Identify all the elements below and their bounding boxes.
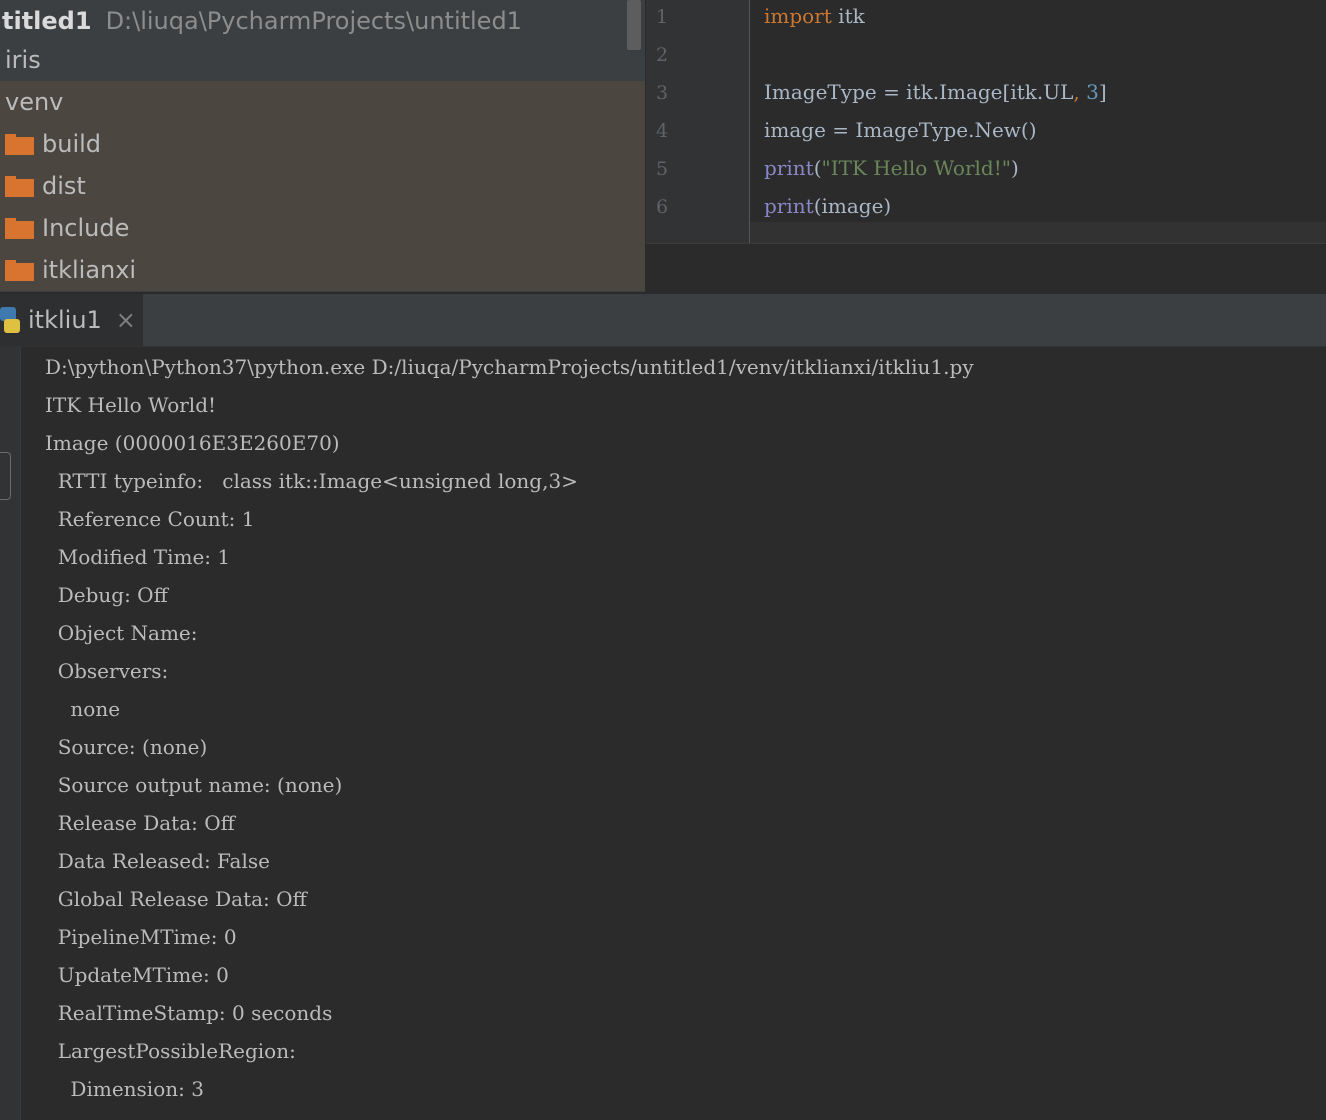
folder-icon	[5, 259, 34, 281]
console-line: Reference Count: 1	[45, 507, 255, 531]
run-tab-label: itkliu1	[28, 306, 102, 334]
line-number: 2	[656, 44, 669, 66]
code-line-1[interactable]: import itk	[764, 4, 865, 28]
tree-item-label: itklianxi	[42, 256, 137, 284]
code-string: "ITK Hello World!"	[821, 156, 1011, 180]
tree-item-dist[interactable]: dist	[0, 165, 645, 207]
console-line: Modified Time: 1	[45, 545, 231, 569]
tree-item-iris[interactable]: iris	[0, 39, 645, 81]
console-line: Object Name:	[45, 621, 204, 645]
tree-item-label: iris	[5, 46, 41, 74]
console-line: ITK Hello World!	[45, 393, 217, 417]
console-line: Source: (none)	[45, 735, 208, 759]
console-line: RTTI typeinfo: class itk::Image<unsigned…	[45, 469, 578, 493]
console-line: PipelineMTime: 0	[45, 925, 237, 949]
code-text: (image)	[813, 194, 892, 218]
code-text: )	[1010, 156, 1019, 180]
keyword-import: import	[764, 4, 832, 28]
run-tabs-bar: itkliu1 ×	[0, 294, 1326, 347]
console-line: Data Released: False	[45, 849, 270, 873]
gutter-separator	[749, 0, 750, 243]
folder-icon	[5, 217, 34, 239]
code-number: 3	[1086, 80, 1099, 104]
code-text: ]	[1098, 80, 1107, 104]
project-root-path: D:\liuqa\PycharmProjects\untitled1	[105, 7, 522, 35]
code-line-3[interactable]: ImageType = itk.Image[itk.UL, 3]	[764, 80, 1107, 104]
console-line: RealTimeStamp: 0 seconds	[45, 1001, 333, 1025]
editor-empty-area	[646, 243, 1326, 294]
tree-item-venv[interactable]: venv	[0, 81, 645, 123]
tree-item-include[interactable]: Include	[0, 207, 645, 249]
console-line: Observers:	[45, 659, 175, 683]
console-side-button[interactable]	[0, 452, 11, 500]
project-root-name: titled1	[2, 7, 92, 35]
folder-icon	[5, 175, 34, 197]
code-line-4[interactable]: image = ImageType.New()	[764, 118, 1037, 142]
line-number: 3	[656, 82, 669, 104]
console-line: none	[45, 697, 121, 721]
code-line-5[interactable]: print("ITK Hello World!")	[764, 156, 1019, 180]
console-line: LargestPossibleRegion:	[45, 1039, 303, 1063]
tree-item-label: Include	[42, 214, 130, 242]
tree-item-label: build	[42, 130, 102, 158]
code-line-6[interactable]: print(image)	[764, 194, 891, 218]
code-text: ImageType = itk.Image[itk.UL	[764, 80, 1074, 104]
builtin-print: print	[764, 156, 814, 180]
line-number: 4	[656, 120, 669, 142]
line-number: 6	[656, 196, 669, 218]
code-text: (	[813, 156, 822, 180]
console-line: UpdateMTime: 0	[45, 963, 229, 987]
console-line: Global Release Data: Off	[45, 887, 307, 911]
folder-icon	[5, 133, 34, 155]
tree-item-label: venv	[5, 88, 64, 116]
tree-item-build[interactable]: build	[0, 123, 645, 165]
console-line: Image (0000016E3E260E70)	[45, 431, 340, 455]
code-text: image = ImageType.New()	[764, 118, 1037, 142]
run-tab-itkliu1[interactable]: itkliu1 ×	[0, 294, 143, 346]
builtin-print: print	[764, 194, 814, 218]
console-line: Debug: Off	[45, 583, 168, 607]
tree-item-itklianxi[interactable]: itklianxi	[0, 249, 645, 291]
close-icon[interactable]: ×	[116, 306, 136, 334]
line-number: 5	[656, 158, 669, 180]
tree-item-label: dist	[42, 172, 86, 200]
project-tree-panel: titled1 D:\liuqa\PycharmProjects\untitle…	[0, 0, 646, 292]
line-number: 1	[656, 6, 669, 28]
console-line: Release Data: Off	[45, 811, 235, 835]
console-line: Source output name: (none)	[45, 773, 343, 797]
current-line-highlight	[750, 222, 1326, 243]
project-root-node[interactable]: titled1 D:\liuqa\PycharmProjects\untitle…	[0, 0, 645, 42]
project-scrollbar-thumb[interactable]	[627, 0, 641, 50]
console-line: D:\python\Python37\python.exe D:/liuqa/P…	[45, 355, 974, 379]
python-icon	[0, 305, 22, 335]
code-text: itk	[831, 4, 865, 28]
console-line: Dimension: 3	[45, 1077, 204, 1101]
code-editor[interactable]: 1 2 3 4 5 6 import itk ImageType = itk.I…	[646, 0, 1326, 243]
